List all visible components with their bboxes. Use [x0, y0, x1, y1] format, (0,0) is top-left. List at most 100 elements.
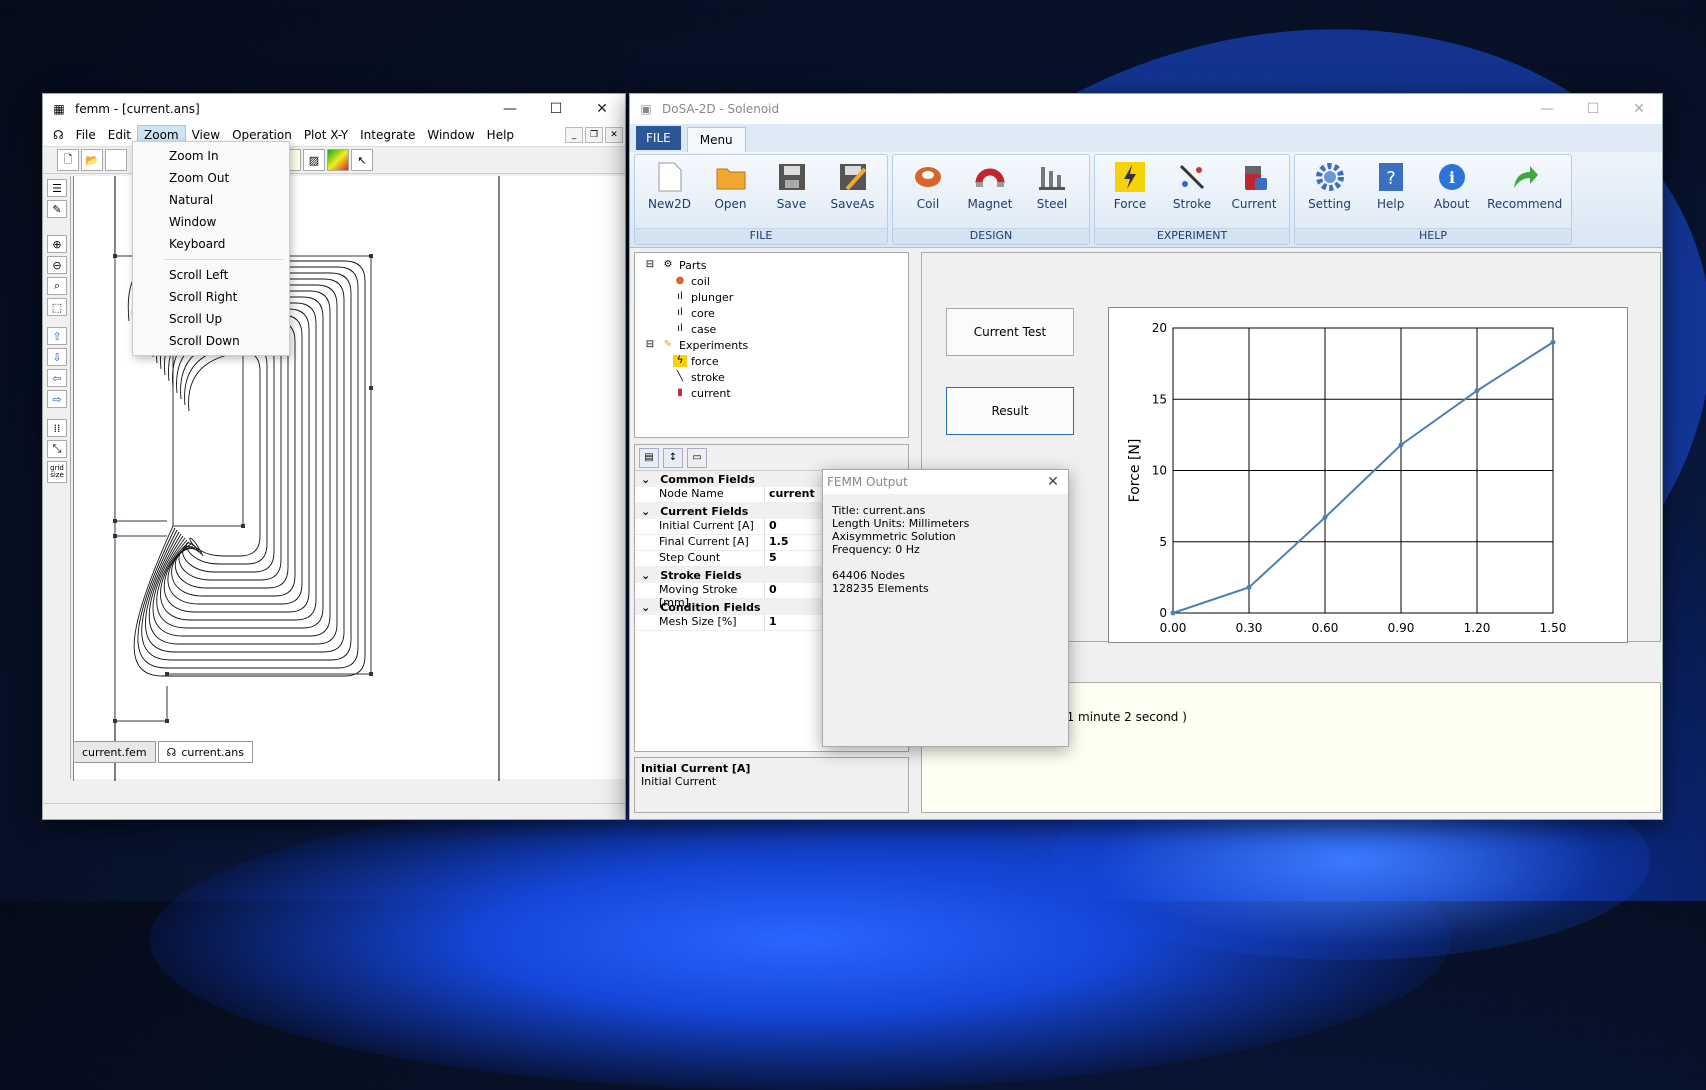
tree-item-coil[interactable]: ● coil — [643, 273, 900, 289]
maximize-button[interactable]: ☐ — [1570, 94, 1616, 124]
edit-props-icon[interactable]: ✎ — [47, 200, 67, 218]
mdi-minimize-button[interactable]: _ — [565, 127, 583, 143]
mdi-close-button[interactable]: ✕ — [605, 127, 623, 143]
ribbon-tabs: FILE Menu — [630, 124, 1662, 152]
close-icon[interactable]: ✕ — [1038, 474, 1068, 490]
minimize-button[interactable]: — — [487, 94, 533, 124]
scroll-down-icon[interactable]: ⇩ — [47, 348, 67, 366]
zoom-out-icon[interactable]: ⊖ — [47, 256, 67, 274]
current-button[interactable]: Current — [1223, 159, 1285, 228]
menu-integrate[interactable]: Integrate — [354, 126, 421, 144]
ribbon-menu-tab[interactable]: Menu — [686, 127, 746, 152]
snap-grid-icon[interactable]: ⤡ — [47, 440, 67, 458]
femm-statusbar — [43, 803, 625, 819]
zoom-in-icon[interactable]: ⊕ — [47, 235, 67, 253]
menu-item-zoom-out[interactable]: Zoom Out — [133, 167, 289, 189]
tree-item-force[interactable]: ϟ force — [643, 353, 900, 369]
femm-doc-icon[interactable]: ☊ — [47, 126, 70, 144]
steel-icon: ıl — [677, 291, 683, 302]
femm-titlebar[interactable]: ▦ femm - [current.ans] — ☐ ✕ — [43, 94, 625, 124]
tree-item-core[interactable]: ıl core — [643, 305, 900, 321]
menu-item-scroll-up[interactable]: Scroll Up — [133, 308, 289, 330]
menu-item-scroll-right[interactable]: Scroll Right — [133, 286, 289, 308]
sort-az-icon[interactable]: ↕ — [663, 447, 683, 468]
stroke-icon — [1176, 161, 1208, 193]
tab-current-ans[interactable]: ☊ current.ans — [157, 741, 253, 763]
steel-button[interactable]: Steel — [1021, 159, 1083, 228]
y-tick-label: 5 — [1159, 535, 1167, 549]
result-button[interactable]: Result — [946, 387, 1074, 435]
zoom-natural-icon[interactable]: ⌕ — [47, 277, 67, 295]
femm-window-title: femm - [current.ans] — [75, 102, 200, 116]
property-pages-icon[interactable]: ▭ — [687, 447, 707, 468]
grid-icon[interactable]: ⁞⁞ — [47, 419, 67, 437]
tab-current-fem[interactable]: current.fem — [73, 741, 156, 763]
setting-button[interactable]: Setting — [1299, 159, 1360, 228]
femm-vertical-toolbar: ☰ ✎ ⊕ ⊖ ⌕ ⬚ ⇧ ⇩ ⇦ ⇨ ⁞⁞ ⤡ grid size — [43, 176, 71, 779]
recommend-arrow-icon — [1509, 161, 1541, 193]
zoom-window-icon[interactable]: ⬚ — [47, 298, 67, 316]
magnet-button[interactable]: Magnet — [959, 159, 1021, 228]
menu-plot-xy[interactable]: Plot X-Y — [298, 126, 354, 144]
force-button[interactable]: Force — [1099, 159, 1161, 228]
tree-item-stroke[interactable]: ╲ stroke — [643, 369, 900, 385]
menu-item-window[interactable]: Window — [133, 211, 289, 233]
toolbar-button[interactable] — [105, 149, 127, 171]
menu-item-natural[interactable]: Natural — [133, 189, 289, 211]
grid-size-button[interactable]: grid size — [47, 461, 67, 483]
menu-item-scroll-down[interactable]: Scroll Down — [133, 330, 289, 352]
collapse-icon[interactable]: ⊟ — [643, 259, 657, 271]
mdi-restore-button[interactable]: ❐ — [585, 127, 603, 143]
output-line: Frequency: 0 Hz — [832, 543, 920, 556]
dosa-titlebar[interactable]: ▣ DoSA-2D - Solenoid — ☐ ✕ — [630, 94, 1662, 124]
button-label: Stroke — [1172, 197, 1212, 211]
saveas-button[interactable]: SaveAs — [822, 159, 883, 228]
ribbon-group-label: EXPERIMENT — [1095, 228, 1289, 244]
list-icon[interactable]: ☰ — [47, 179, 67, 197]
new-file-icon[interactable]: 🗋 — [57, 149, 79, 171]
open-folder-icon[interactable]: 📂 — [81, 149, 103, 171]
new2d-button[interactable]: New2D — [639, 159, 700, 228]
tree-node-experiments[interactable]: ⊟ ✎ Experiments — [643, 337, 900, 353]
femm-window: ▦ femm - [current.ans] — ☐ ✕ ☊ File Edit… — [42, 93, 626, 820]
scroll-up-icon[interactable]: ⇧ — [47, 327, 67, 345]
close-button[interactable]: ✕ — [579, 94, 625, 124]
close-button[interactable]: ✕ — [1616, 94, 1662, 124]
open-button[interactable]: Open — [700, 159, 761, 228]
recommend-button[interactable]: Recommend — [1482, 159, 1567, 228]
flux-line — [172, 326, 289, 589]
help-button[interactable]: ? Help — [1360, 159, 1421, 228]
stroke-button[interactable]: Stroke — [1161, 159, 1223, 228]
menu-file[interactable]: File — [70, 126, 102, 144]
menu-window[interactable]: Window — [421, 126, 480, 144]
wallpaper-bloom — [150, 790, 1450, 1090]
menu-help[interactable]: Help — [481, 126, 520, 144]
scroll-right-icon[interactable]: ⇨ — [47, 390, 67, 408]
arrow-pointer-icon[interactable]: ↖ — [351, 149, 373, 171]
gear-icon — [1314, 161, 1346, 193]
femm-output-titlebar[interactable]: FEMM Output ✕ — [823, 470, 1068, 494]
steel-icon — [1036, 161, 1068, 193]
tree-label: Parts — [679, 258, 707, 272]
tree-node-parts[interactable]: ⊟ ⚙ Parts — [643, 257, 900, 273]
coil-button[interactable]: Coil — [897, 159, 959, 228]
menu-item-zoom-in[interactable]: Zoom In — [133, 145, 289, 167]
about-button[interactable]: i About — [1421, 159, 1482, 228]
density-plot-icon[interactable] — [327, 149, 349, 171]
tree-item-plunger[interactable]: ıl plunger — [643, 289, 900, 305]
menu-item-scroll-left[interactable]: Scroll Left — [133, 264, 289, 286]
maximize-button[interactable]: ☐ — [533, 94, 579, 124]
current-test-button[interactable]: Current Test — [946, 308, 1074, 356]
tree-item-case[interactable]: ıl case — [643, 321, 900, 337]
categorized-icon[interactable]: ▤ — [639, 447, 659, 468]
save-button[interactable]: Save — [761, 159, 822, 228]
hatch-icon[interactable]: ▨ — [303, 149, 325, 171]
scroll-left-icon[interactable]: ⇦ — [47, 369, 67, 387]
minimize-button[interactable]: — — [1524, 94, 1570, 124]
menu-item-keyboard[interactable]: Keyboard — [133, 233, 289, 255]
x-tick-label: 0.30 — [1236, 621, 1263, 635]
ribbon-file-tab[interactable]: FILE — [636, 126, 681, 150]
tree-item-current[interactable]: ▮ current — [643, 385, 900, 401]
battery-icon: ▮ — [677, 387, 683, 398]
collapse-icon[interactable]: ⊟ — [643, 339, 657, 351]
